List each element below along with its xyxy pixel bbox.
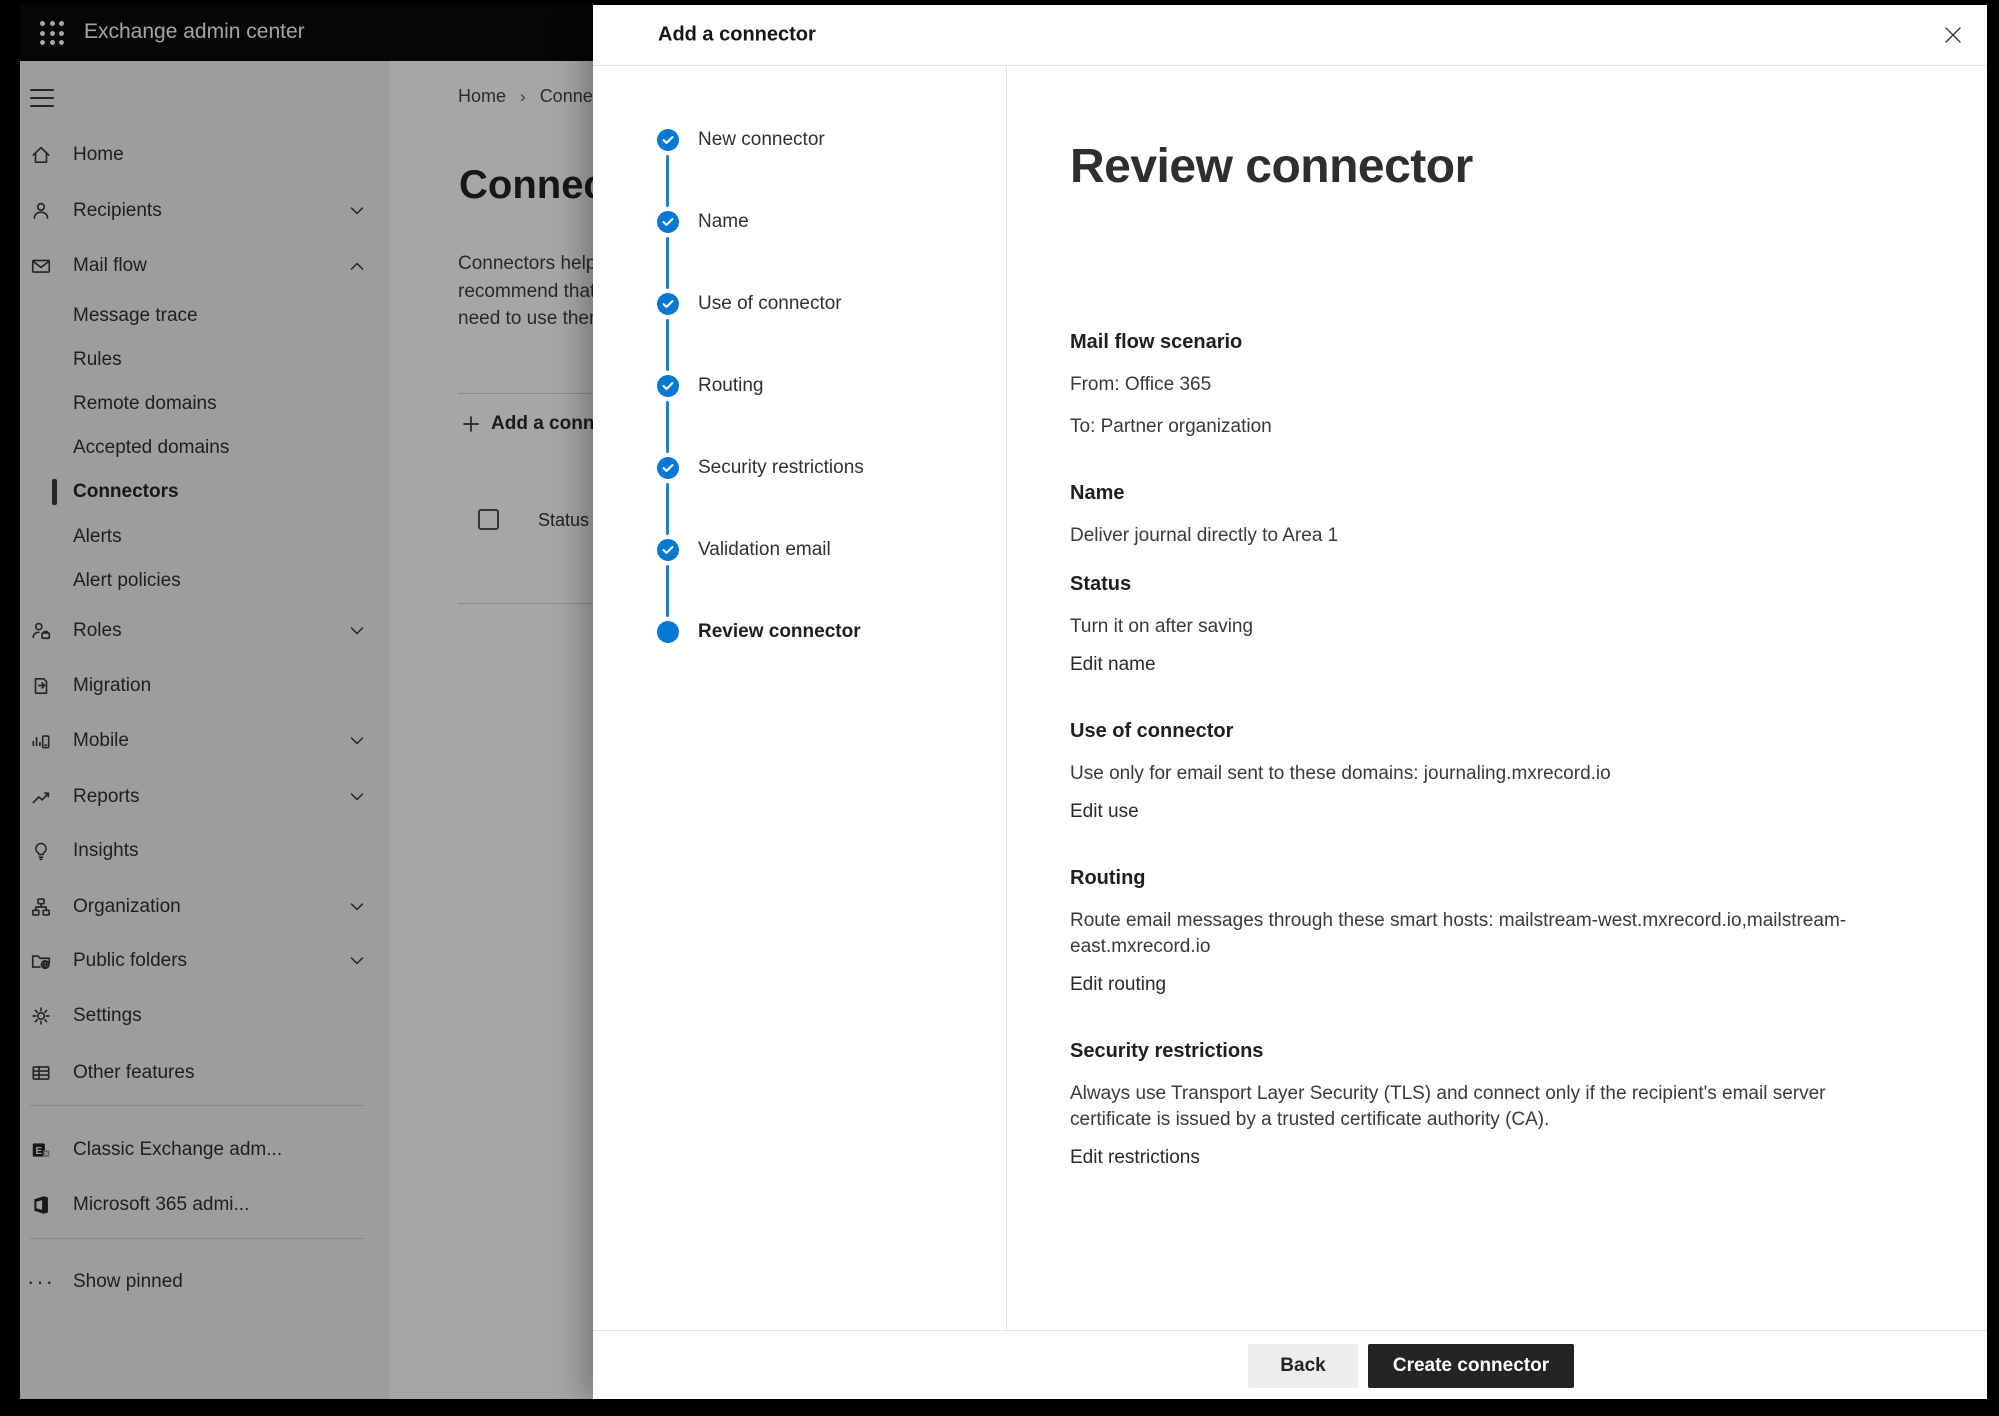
step-complete-check-icon <box>657 375 679 397</box>
dialog-footer: Back Create connector <box>593 1330 1987 1399</box>
review-heading: Review connector <box>1070 138 1867 196</box>
dialog-body: New connector Name Use of connector Rout… <box>593 66 1987 1330</box>
step-connector-line <box>666 401 669 453</box>
security-restrictions-value: Always use Transport Layer Security (TLS… <box>1070 1081 1865 1133</box>
edit-restrictions-link[interactable]: Edit restrictions <box>1070 1145 1200 1171</box>
edit-name-link[interactable]: Edit name <box>1070 652 1156 678</box>
step-complete-check-icon <box>657 457 679 479</box>
review-pane: Review connector Mail flow scenario From… <box>1007 66 1987 1330</box>
status-value: Turn it on after saving <box>1070 614 1865 640</box>
step-complete-check-icon <box>657 293 679 315</box>
app-window: Exchange admin center Home Recipients Ma… <box>20 5 1987 1399</box>
section-heading-security-restrictions: Security restrictions <box>1070 1038 1865 1065</box>
step-security-restrictions[interactable]: Security restrictions <box>657 457 864 479</box>
step-connector-line <box>666 237 669 289</box>
dialog-title: Add a connector <box>658 24 816 47</box>
mail-flow-from-value: From: Office 365 <box>1070 372 1865 398</box>
step-connector-line <box>666 483 669 535</box>
step-active-dot-icon <box>657 621 679 643</box>
step-complete-check-icon <box>657 129 679 151</box>
connector-name-value: Deliver journal directly to Area 1 <box>1070 523 1865 549</box>
step-complete-check-icon <box>657 539 679 561</box>
section-heading-name: Name <box>1070 480 1865 507</box>
step-new-connector[interactable]: New connector <box>657 129 825 151</box>
wizard-stepper: New connector Name Use of connector Rout… <box>593 66 1007 1330</box>
edit-use-link[interactable]: Edit use <box>1070 799 1139 825</box>
add-connector-dialog: Add a connector New connector <box>593 5 1987 1399</box>
dialog-header: Add a connector <box>593 5 1987 66</box>
step-connector-line <box>666 319 669 371</box>
step-use-of-connector[interactable]: Use of connector <box>657 293 842 315</box>
review-sections: Mail flow scenario From: Office 365 To: … <box>1070 329 1865 1171</box>
use-of-connector-value: Use only for email sent to these domains… <box>1070 761 1865 787</box>
create-connector-button[interactable]: Create connector <box>1368 1344 1574 1388</box>
close-icon[interactable] <box>1937 19 1969 51</box>
back-button[interactable]: Back <box>1248 1344 1358 1388</box>
step-validation-email[interactable]: Validation email <box>657 539 831 561</box>
section-heading-mail-flow-scenario: Mail flow scenario <box>1070 329 1865 356</box>
step-review-connector[interactable]: Review connector <box>657 621 861 643</box>
step-complete-check-icon <box>657 211 679 233</box>
step-name[interactable]: Name <box>657 211 749 233</box>
step-connector-line <box>666 565 669 617</box>
section-heading-use-of-connector: Use of connector <box>1070 718 1865 745</box>
step-connector-line <box>666 155 669 207</box>
mail-flow-to-value: To: Partner organization <box>1070 414 1865 440</box>
step-routing[interactable]: Routing <box>657 375 764 397</box>
section-heading-routing: Routing <box>1070 865 1865 892</box>
section-heading-status: Status <box>1070 571 1865 598</box>
edit-routing-link[interactable]: Edit routing <box>1070 972 1166 998</box>
routing-value: Route email messages through these smart… <box>1070 908 1865 960</box>
screenshot-frame: Exchange admin center Home Recipients Ma… <box>0 0 1999 1416</box>
